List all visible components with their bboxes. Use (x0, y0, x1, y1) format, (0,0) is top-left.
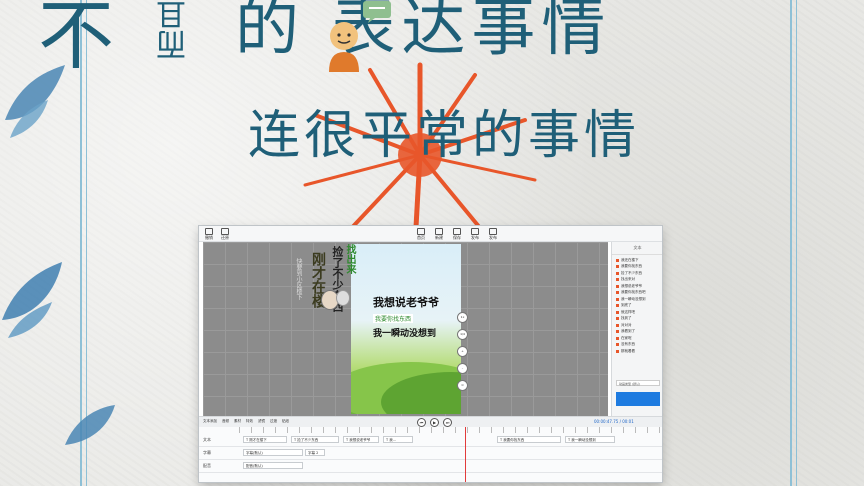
ratio-tool[interactable]: 1/4 (457, 329, 468, 340)
frame-line-right (790, 0, 792, 486)
canvas-side-tools: 1x 1/4 + – ⊙ (457, 312, 468, 391)
apply-button[interactable] (616, 392, 660, 406)
zoom-in-tool[interactable]: + (457, 346, 468, 357)
preview-tag-text[interactable]: 我要你找东西 (373, 314, 414, 323)
redo-icon (221, 228, 229, 235)
new-icon (435, 228, 443, 235)
timeline: 文本 T 刚才在楼下 T 捡了不少东西 T 我想说老爷爷 T 我... T 我要… (199, 427, 662, 482)
export-button[interactable]: 发布 (489, 228, 497, 240)
play-button[interactable]: ▶ (430, 418, 439, 427)
timeline-clip[interactable]: T 刚才在楼下 (243, 436, 287, 443)
track-label: 字幕 (203, 450, 211, 455)
timeline-track: 配音 配音(默认) (199, 460, 662, 473)
timeline-clip[interactable]: T 我要你找东西 (497, 436, 561, 443)
fit-tool[interactable]: ⊙ (457, 380, 468, 391)
redo-button[interactable]: 还原 (221, 228, 229, 240)
tab-text[interactable]: 文本添加 (203, 419, 217, 424)
tab-transitions[interactable]: 过渡 (270, 419, 277, 424)
playback-controls: 文本添加 音频 素材 特效 滤镜 过渡 贴纸 ⏮ ▶ ⏭ 00:00:47.75… (199, 416, 662, 427)
canvas-vertical-small-text[interactable]: 快要到小区楼下 (294, 258, 303, 300)
headline-title: 的 表达事情 (235, 0, 612, 65)
new-button[interactable]: 新建 (435, 228, 443, 240)
canvas-green-vertical-text[interactable]: 找出来 (339, 244, 357, 294)
save-icon (453, 228, 461, 235)
timeline-clip[interactable]: 字幕 2 (305, 449, 325, 456)
editor-toolbar: 撤销 还原 首页 新建 保存 发布 发布 (199, 226, 662, 242)
preview-third-text[interactable]: 我一瞬动没想到 (373, 326, 436, 339)
tab-effects[interactable]: 特效 (246, 419, 253, 424)
toolbar-left: 撤销 还原 (205, 228, 229, 240)
headline-left-vertical: 而且 (157, 0, 192, 60)
previous-button[interactable]: ⏮ (417, 418, 426, 427)
speech-bubble-icon (363, 1, 391, 23)
track-label: 配音 (203, 463, 211, 468)
timeline-clip[interactable]: T 我一瞬动没想到 (565, 436, 615, 443)
zoom-tool[interactable]: 1x (457, 312, 468, 323)
tab-stickers[interactable]: 贴纸 (282, 419, 289, 424)
timeline-clip[interactable]: 配音(默认) (243, 462, 303, 469)
layer-list: 我还在楼下 我要你找东西 捡了不少东西 找出来对 我想说老爷爷 我要你找东西吧 … (612, 257, 662, 355)
home-button[interactable]: 首页 (417, 228, 425, 240)
timeline-track: 字幕 字幕(默认) 字幕 2 (199, 447, 662, 460)
timeline-track: 文本 T 刚才在楼下 T 捡了不少东西 T 我想说老爷爷 T 我... T 我要… (199, 434, 662, 447)
track-label: 文本 (203, 437, 211, 442)
headline-left-char: 不 (38, 0, 114, 80)
track-type-tabs: 文本添加 音频 素材 特效 滤镜 过渡 贴纸 (203, 419, 289, 424)
animation-select[interactable]: 动画类型 (默认) (616, 380, 660, 386)
layer-item[interactable]: 那就看看 (616, 348, 662, 355)
export-icon (489, 228, 497, 235)
timeline-clip[interactable]: 字幕(默认) (243, 449, 303, 456)
timeline-clip[interactable]: T 我... (383, 436, 413, 443)
undo-button[interactable]: 撤销 (205, 228, 213, 240)
video-preview[interactable]: 我想说老爷爷 我要你找东西 我一瞬动没想到 (351, 244, 461, 414)
frame-line-right-thin (796, 0, 797, 486)
playhead[interactable] (465, 427, 466, 482)
timeline-clip[interactable]: T 我想说老爷爷 (343, 436, 379, 443)
layers-panel: 文本 我还在楼下 我要你找东西 捡了不少东西 找出来对 我想说老爷爷 我要你找东… (611, 242, 662, 416)
zoom-out-tool[interactable]: – (457, 363, 468, 374)
timeline-ruler[interactable] (239, 427, 662, 433)
publish-button[interactable]: 发布 (471, 228, 479, 240)
timeline-clip[interactable]: T 捡了不少东西 (291, 436, 339, 443)
video-editor-window: 撤销 还原 首页 新建 保存 发布 发布 刚才在楼 快要到小区楼下 捡了不少东西… (199, 226, 662, 482)
headline-subtitle: 连很平常的事情 (248, 106, 641, 166)
editor-canvas[interactable]: 刚才在楼 快要到小区楼下 捡了不少东西 我想说老爷爷 我要你找东西 我一瞬动没想… (203, 242, 608, 416)
grandpa-avatar-2 (336, 290, 350, 306)
publish-icon (471, 228, 479, 235)
toolbar-center: 首页 新建 保存 发布 发布 (417, 228, 497, 240)
next-button[interactable]: ⏭ (443, 418, 452, 427)
preview-main-text[interactable]: 我想说老爷爷 (373, 294, 439, 310)
leaf-icon (65, 405, 115, 445)
save-button[interactable]: 保存 (453, 228, 461, 240)
playback-buttons: ⏮ ▶ ⏭ (417, 418, 452, 427)
layers-panel-title: 文本 (612, 242, 662, 255)
tab-filters[interactable]: 滤镜 (258, 419, 265, 424)
undo-icon (205, 228, 213, 235)
home-icon (417, 228, 425, 235)
leaf-icon (2, 262, 62, 338)
tab-media[interactable]: 素材 (234, 419, 241, 424)
tab-audio[interactable]: 音频 (222, 419, 229, 424)
time-readout: 00:00:47.75 / 00:01 (594, 419, 634, 424)
